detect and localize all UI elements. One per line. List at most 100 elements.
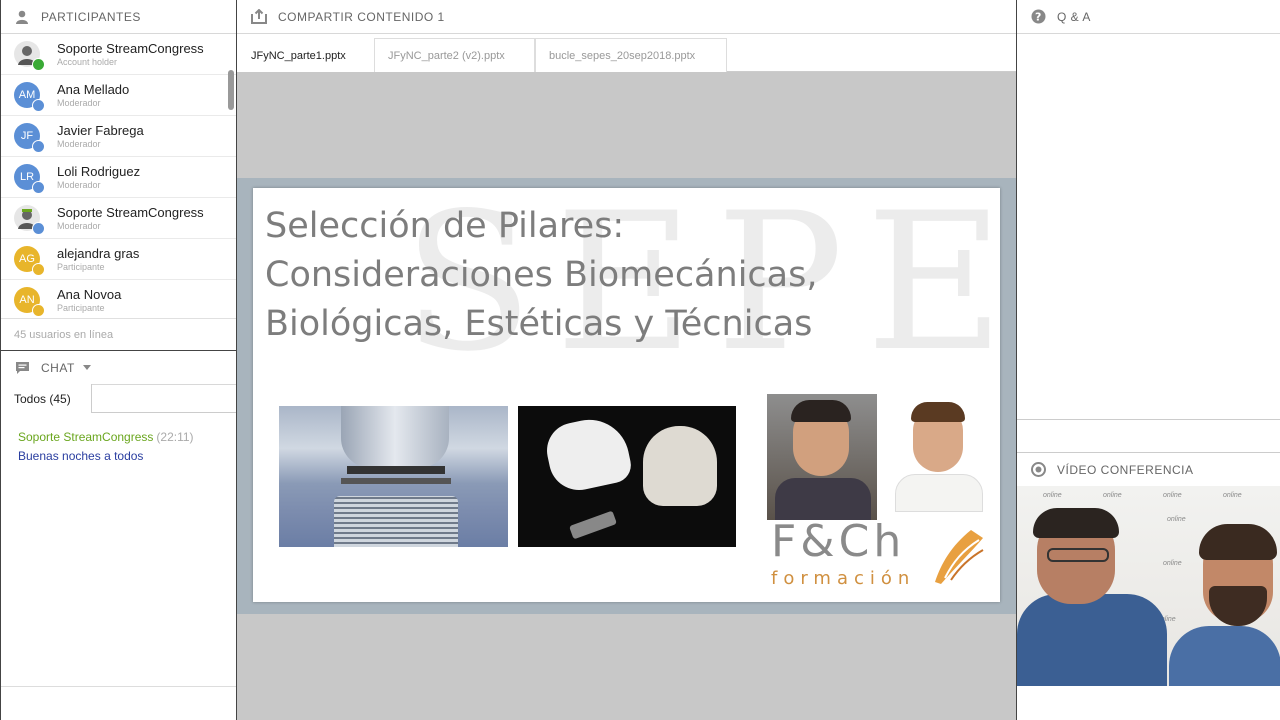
video-watermark: online bbox=[1163, 492, 1182, 499]
participant-role: Moderador bbox=[57, 139, 101, 149]
file-tabs: JFyNC_parte1.pptx JFyNC_parte2 (v2).pptx… bbox=[237, 34, 1016, 72]
avatar: AM bbox=[14, 82, 45, 112]
file-tab-3[interactable]: bucle_sepes_20sep2018.pptx bbox=[535, 38, 727, 72]
fch-logo-art-icon bbox=[935, 530, 984, 584]
avatar-initials: LR bbox=[19, 171, 35, 183]
question-icon: ? bbox=[1029, 8, 1047, 26]
participant-name: Soporte StreamCongress bbox=[57, 205, 204, 220]
chat-header-wrap: CHAT bbox=[1, 350, 236, 385]
share-upload-icon bbox=[250, 8, 268, 26]
qa-header-wrap: ? Q & A bbox=[1017, 0, 1280, 34]
right-panel: ? Q & A VÍDEO CONFERENCIA online online … bbox=[1016, 0, 1280, 720]
participant-name: Soporte StreamCongress bbox=[57, 41, 204, 56]
video-bottom-bar bbox=[1017, 686, 1280, 720]
avatar-initials: AM bbox=[18, 89, 36, 101]
chat-input[interactable] bbox=[1, 686, 236, 720]
participant-name: Javier Fabrega bbox=[57, 123, 144, 138]
fch-logo-subtitle: formación bbox=[771, 568, 916, 589]
moderator-badge-icon bbox=[32, 181, 45, 194]
qa-title: Q & A bbox=[1057, 9, 1091, 24]
speaker-photo-2 bbox=[889, 400, 989, 512]
slide-title-line: Consideraciones Biomecánicas, bbox=[265, 255, 818, 295]
chat-message-time: (22:11) bbox=[156, 430, 194, 444]
participant-row[interactable]: Soporte StreamCongress Moderador bbox=[1, 198, 236, 239]
participant-role: Moderador bbox=[57, 221, 101, 231]
moderator-badge-icon bbox=[32, 140, 45, 153]
avatar: LR bbox=[14, 164, 45, 194]
participant-role: Account holder bbox=[57, 57, 118, 67]
participants-header: PARTICIPANTES bbox=[1, 0, 236, 34]
share-header: COMPARTIR CONTENIDO 1 bbox=[237, 0, 1016, 34]
account-holder-badge-icon bbox=[32, 58, 45, 71]
avatar bbox=[14, 41, 45, 71]
avatar-initials: AN bbox=[19, 294, 35, 306]
slide-title-line: Selección de Pilares: bbox=[265, 206, 625, 246]
slide-frame: SEPES Selección de Pilares: Consideracio… bbox=[237, 178, 1016, 614]
person-icon bbox=[13, 8, 31, 26]
chat-messages: Soporte StreamCongress (22:11) Buenas noc… bbox=[18, 430, 194, 463]
chat-message: Soporte StreamCongress (22:11) Buenas noc… bbox=[18, 430, 194, 463]
slide-title: Selección de Pilares: Consideraciones Bi… bbox=[265, 202, 817, 349]
participant-row[interactable]: AM Ana Mellado Moderador bbox=[1, 75, 236, 116]
participant-badge-icon bbox=[32, 304, 45, 317]
avatar-initials: JF bbox=[20, 130, 34, 142]
share-title: COMPARTIR CONTENIDO 1 bbox=[278, 9, 445, 24]
svg-text:?: ? bbox=[1035, 11, 1042, 24]
participant-role: Participante bbox=[57, 303, 105, 313]
video-watermark: online bbox=[1043, 492, 1062, 499]
participant-name: Loli Rodriguez bbox=[57, 164, 141, 179]
file-tab-1[interactable]: JFyNC_parte1.pptx bbox=[237, 38, 374, 72]
speaker-photo-1 bbox=[767, 394, 877, 520]
participant-row[interactable]: AG alejandra gras Participante bbox=[1, 239, 236, 280]
participant-row[interactable]: LR Loli Rodriguez Moderador bbox=[1, 157, 236, 198]
video-title: VÍDEO CONFERENCIA bbox=[1057, 462, 1194, 477]
video-watermark: online bbox=[1103, 492, 1122, 499]
video-header: VÍDEO CONFERENCIA bbox=[1017, 453, 1280, 487]
left-panel: PARTICIPANTES Soporte StreamCongress Acc… bbox=[0, 0, 237, 720]
moderator-badge-icon bbox=[32, 222, 45, 235]
chat-title: CHAT bbox=[41, 360, 75, 375]
chat-message-text: Buenas noches a todos bbox=[18, 449, 144, 463]
participant-name: alejandra gras bbox=[57, 246, 140, 261]
participant-role: Moderador bbox=[57, 98, 101, 108]
participant-row[interactable]: Soporte StreamCongress Account holder bbox=[1, 34, 236, 75]
video-watermark: online bbox=[1223, 492, 1242, 499]
file-tab-2[interactable]: JFyNC_parte2 (v2).pptx bbox=[374, 38, 535, 72]
avatar: AG bbox=[14, 246, 45, 276]
video-watermark: online bbox=[1167, 516, 1186, 523]
chat-bubble-icon bbox=[13, 359, 31, 377]
chat-header[interactable]: CHAT bbox=[1, 351, 236, 385]
video-feed[interactable]: online online online online online onlin… bbox=[1017, 486, 1280, 686]
online-count: 45 usuarios en línea bbox=[1, 318, 236, 350]
qa-body[interactable] bbox=[1017, 34, 1280, 420]
chat-message-user: Soporte StreamCongress bbox=[18, 430, 154, 444]
fch-logo-text: F&Ch bbox=[771, 516, 906, 567]
avatar: JF bbox=[14, 123, 45, 153]
participant-badge-icon bbox=[32, 263, 45, 276]
participants-scrollbar[interactable] bbox=[228, 70, 234, 110]
crown-photo bbox=[518, 406, 736, 547]
participants-list[interactable]: Soporte StreamCongress Account holder AM… bbox=[1, 34, 236, 318]
participant-row[interactable]: AN Ana Novoa Participante bbox=[1, 280, 236, 318]
chat-tabs: Todos (45) bbox=[1, 384, 236, 413]
chat-tab-all[interactable]: Todos (45) bbox=[1, 384, 92, 413]
avatar-initials: AG bbox=[19, 253, 35, 265]
participant-role: Moderador bbox=[57, 180, 101, 190]
slide-title-line: Biológicas, Estéticas y Técnicas bbox=[265, 304, 813, 344]
avatar: AN bbox=[14, 287, 45, 317]
presentation-slide: SEPES Selección de Pilares: Consideracio… bbox=[253, 188, 1000, 602]
video-watermark: online bbox=[1163, 560, 1182, 567]
participants-title: PARTICIPANTES bbox=[41, 9, 141, 24]
share-panel: COMPARTIR CONTENIDO 1 JFyNC_parte1.pptx … bbox=[237, 0, 1016, 720]
participant-name: Ana Novoa bbox=[57, 287, 122, 302]
chevron-down-icon[interactable] bbox=[82, 365, 91, 370]
participant-role: Participante bbox=[57, 262, 105, 272]
participant-name: Ana Mellado bbox=[57, 82, 130, 97]
participant-row[interactable]: JF Javier Fabrega Moderador bbox=[1, 116, 236, 157]
qa-header: ? Q & A bbox=[1017, 0, 1280, 34]
video-circle-icon bbox=[1029, 461, 1047, 479]
moderator-badge-icon bbox=[32, 99, 45, 112]
qa-footer bbox=[1017, 420, 1280, 452]
video-header-wrap: VÍDEO CONFERENCIA bbox=[1017, 452, 1280, 487]
abutment-photo bbox=[279, 406, 508, 547]
